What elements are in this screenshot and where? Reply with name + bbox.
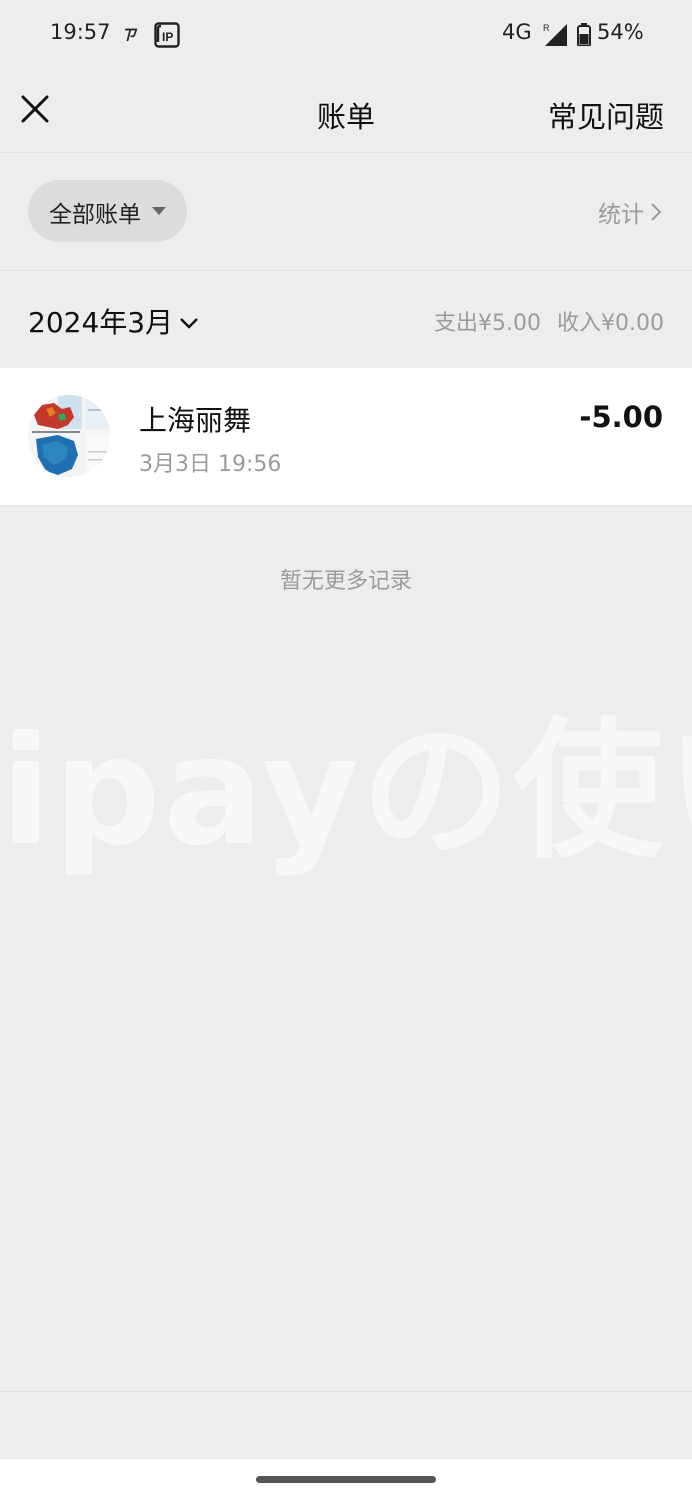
network-type: 4G <box>502 20 532 44</box>
bill-type-filter[interactable]: 全部账单 <box>28 180 187 242</box>
nav-bar: 账单 常见问题 <box>0 70 692 153</box>
chevron-right-icon <box>651 203 662 221</box>
faq-button[interactable]: 常见问题 <box>548 94 664 136</box>
battery-percent: 54% <box>597 20 644 44</box>
watermark: ipayの使い <box>0 705 692 879</box>
month-summary: 支出¥5.00 收入¥0.00 <box>434 305 664 337</box>
empty-state-text: 暂无更多记录 <box>279 569 412 594</box>
svg-text:IP: IP <box>162 30 173 44</box>
ip-badge-icon: IP <box>154 22 180 48</box>
record-amount: -5.00 <box>579 400 663 434</box>
close-icon[interactable] <box>18 92 52 126</box>
month-bar: 2024年3月 支出¥5.00 收入¥0.00 <box>0 271 692 368</box>
record-time: 3月3日 19:56 <box>139 452 282 477</box>
filter-label: 全部账单 <box>49 202 141 228</box>
merchant-name: 上海丽舞 <box>139 404 252 437</box>
statistics-button[interactable]: 统计 <box>598 195 662 229</box>
svg-text:R: R <box>543 23 550 33</box>
statistics-label: 统计 <box>598 202 644 228</box>
home-indicator[interactable] <box>256 1476 436 1483</box>
bottom-divider <box>0 1391 692 1392</box>
income-total: 收入¥0.00 <box>557 311 664 336</box>
bill-record[interactable]: 上海丽舞 3月3日 19:56 -5.00 <box>0 368 692 506</box>
status-bar: 19:57 ㄗ IP 4G R 54% <box>0 0 692 70</box>
merchant-avatar <box>28 395 110 477</box>
merchant-avatar-image <box>28 395 110 477</box>
notification-app-icon: ㄗ <box>121 26 137 44</box>
caret-down-icon <box>152 207 166 215</box>
filter-bar: 全部账单 统计 <box>0 153 692 271</box>
bill-page: 19:57 ㄗ IP 4G R 54% 账单 常见问题 全部账单 统计 2024… <box>0 0 692 1500</box>
month-label: 2024年3月 <box>28 306 174 339</box>
month-selector[interactable]: 2024年3月 <box>28 301 199 341</box>
battery-icon <box>577 23 591 46</box>
signal-icon: R <box>543 23 567 46</box>
status-time: 19:57 <box>50 20 111 44</box>
expense-total: 支出¥5.00 <box>434 311 542 336</box>
chevron-down-icon <box>180 318 198 329</box>
